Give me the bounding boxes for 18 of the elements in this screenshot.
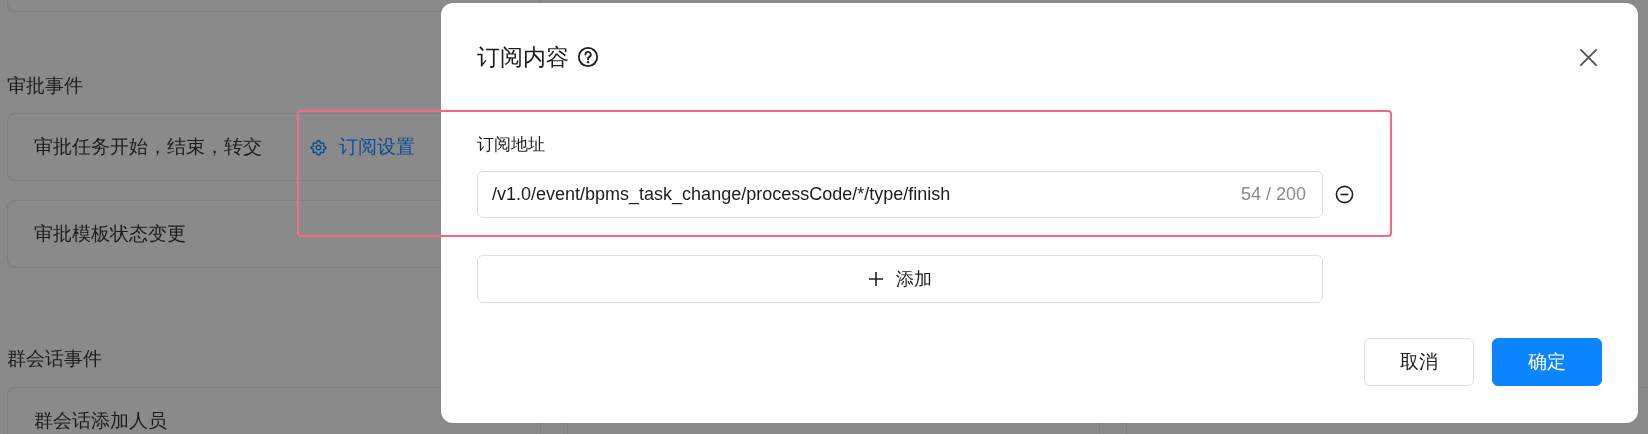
field-label: 订阅地址 bbox=[477, 134, 546, 156]
plus-icon bbox=[868, 271, 884, 287]
add-button[interactable]: 添加 bbox=[477, 255, 1323, 303]
remove-icon[interactable] bbox=[1335, 185, 1354, 204]
cancel-button[interactable]: 取消 bbox=[1364, 338, 1474, 386]
event-label: 审批任务开始，结束，转交 bbox=[34, 135, 262, 159]
confirm-button[interactable]: 确定 bbox=[1492, 338, 1602, 386]
settings-icon bbox=[310, 138, 327, 156]
character-count: 54 / 200 bbox=[1240, 184, 1306, 205]
section-heading: 群会话事件 bbox=[7, 347, 102, 371]
dialog-title: 订阅内容 bbox=[477, 42, 569, 72]
url-value: /v1.0/event/bpms_task_change/processCode/*/type/finish bbox=[492, 184, 951, 205]
section-heading: 审批事件 bbox=[7, 74, 83, 98]
url-input[interactable]: /v1.0/event/bpms_task_change/processCode/*/type/finish 54 / 200 bbox=[477, 171, 1323, 218]
close-icon[interactable] bbox=[1579, 47, 1598, 67]
help-icon[interactable] bbox=[577, 46, 599, 68]
event-label: 审批模板状态变更 bbox=[34, 222, 186, 246]
event-label: 群会话添加人员 bbox=[34, 409, 167, 433]
